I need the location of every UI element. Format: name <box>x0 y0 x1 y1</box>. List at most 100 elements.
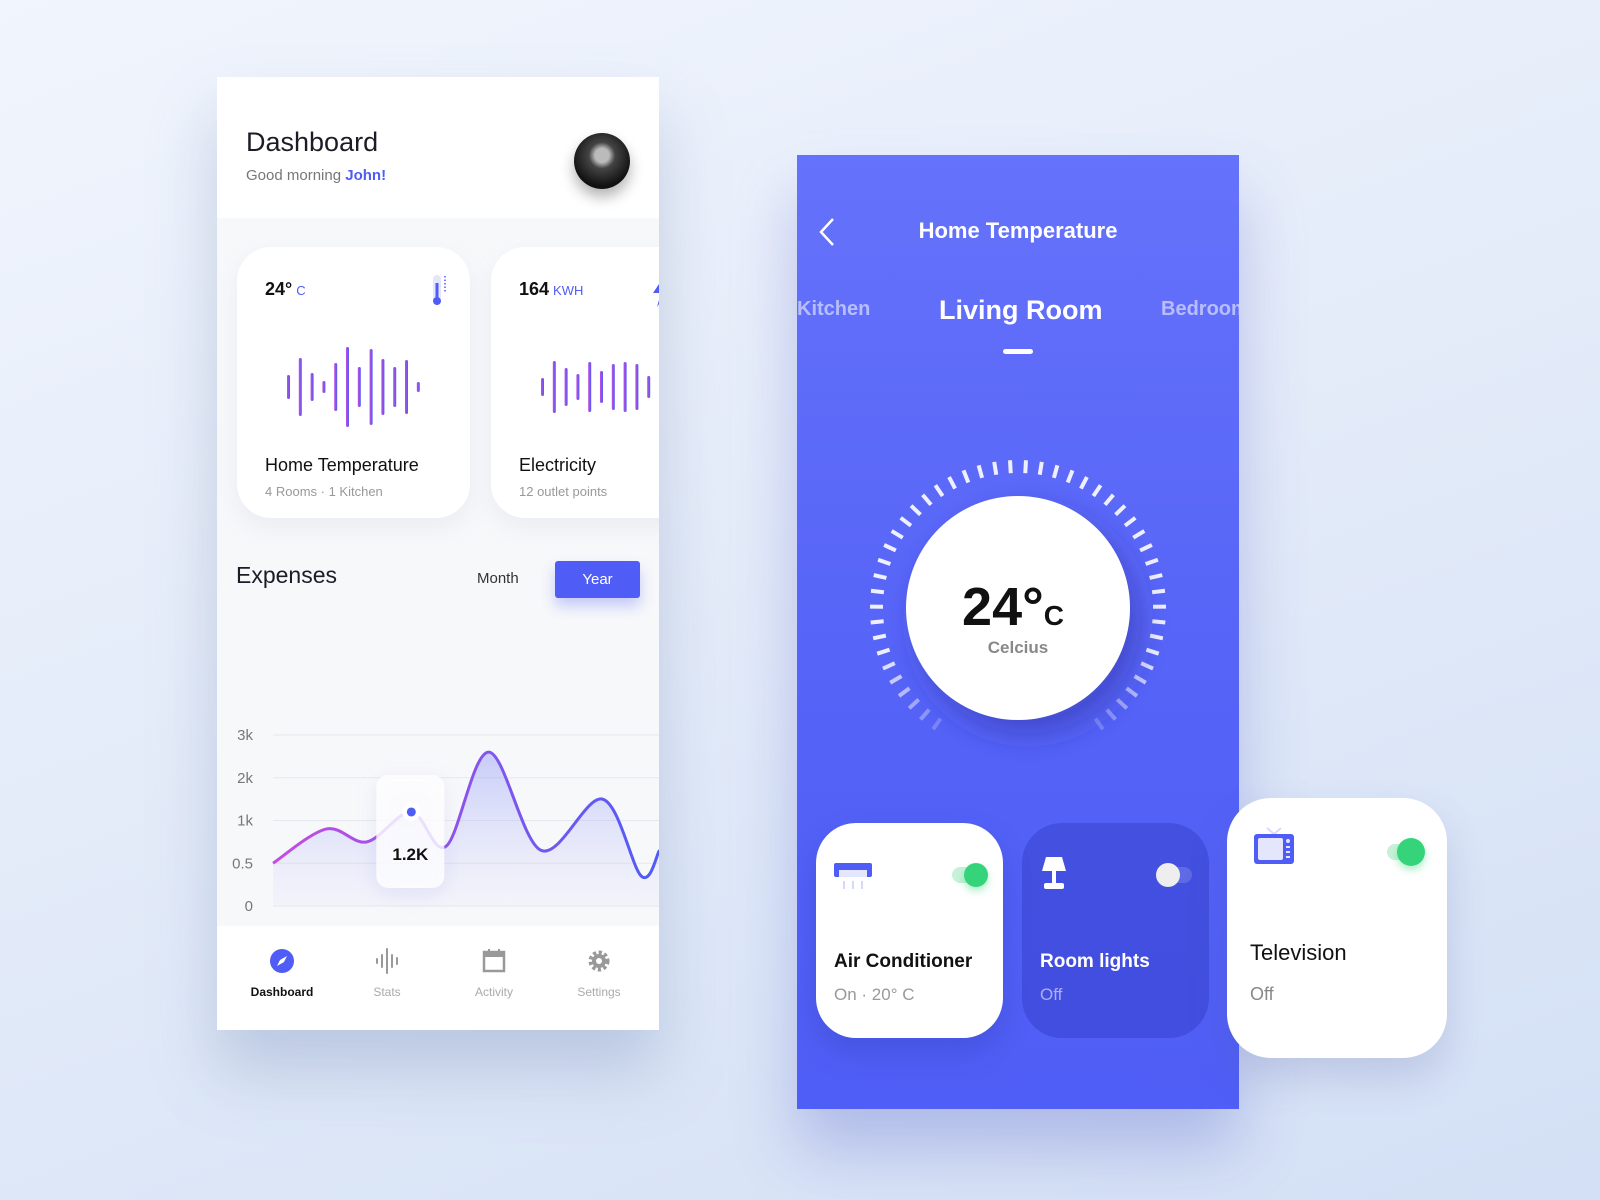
dial-tick <box>1140 661 1154 671</box>
device-status: Off <box>1040 985 1063 1004</box>
dial-tick <box>1065 469 1075 484</box>
dial-tick <box>907 698 921 710</box>
temperature-number: 24° <box>962 577 1044 637</box>
user-name: John! <box>345 167 387 184</box>
dial-tick <box>1105 708 1117 721</box>
dial-tick <box>1152 619 1166 625</box>
wave-bar <box>393 367 397 407</box>
dial-tick <box>1144 557 1159 566</box>
dial-tick <box>1103 493 1115 507</box>
gear-icon <box>588 950 610 972</box>
dial-tick <box>919 708 931 721</box>
temp-value: 24° <box>265 279 293 299</box>
dial-tick <box>1149 573 1163 580</box>
dial-tick <box>1132 529 1146 540</box>
television-card[interactable]: Television Off <box>1227 798 1447 1058</box>
room-lights-card[interactable]: Room lights Off <box>1022 823 1209 1038</box>
dial-tick <box>870 619 884 625</box>
air-conditioner-icon <box>834 863 872 889</box>
dial-tick <box>1091 484 1103 498</box>
wave-bar <box>647 376 651 398</box>
electricity-card[interactable]: 164 KWH Electricity 12 outlet points <box>491 247 659 518</box>
avatar[interactable] <box>574 133 630 189</box>
dial-tick <box>1079 476 1089 490</box>
data-point[interactable] <box>406 807 416 817</box>
dial-tick <box>899 516 913 528</box>
dial-tick <box>883 543 897 553</box>
temperature-scale: Celcius <box>988 638 1048 657</box>
nav-label: Activity <box>474 985 513 999</box>
device-name: Room lights <box>1040 951 1150 972</box>
bottom-nav: Dashboard Stats Activity Settings <box>217 926 659 1030</box>
television-toggle[interactable] <box>1387 838 1425 866</box>
y-tick-label: 2k <box>237 770 253 787</box>
greeting-text: Good morning <box>246 167 342 184</box>
wave-bar <box>405 360 408 414</box>
dial-tick <box>873 573 887 580</box>
thermometer-icon <box>433 275 446 305</box>
electricity-unit: KWH <box>553 283 584 298</box>
electricity-value: 164 <box>519 279 550 299</box>
television-icon <box>1254 827 1294 864</box>
dial-tick <box>1008 460 1013 474</box>
air-conditioner-card[interactable]: Air Conditioner On · 20° C <box>816 823 1003 1038</box>
greeting: Good morning John! <box>246 167 386 184</box>
home-temperature-card[interactable]: 24° C Home Temperature 4 Rooms · 1 Kitche… <box>237 247 470 518</box>
device-name: Air Conditioner <box>834 951 973 972</box>
temperature-unit: C <box>1044 600 1064 631</box>
y-tick-label: 0 <box>245 898 253 915</box>
card-subtitle: 12 outlet points <box>519 484 608 499</box>
dial-tick <box>909 504 922 517</box>
electricity-waveform <box>541 361 651 413</box>
nav-stats[interactable]: Stats <box>342 948 432 999</box>
dial-tick <box>1023 460 1028 474</box>
dial-tick <box>1037 461 1044 476</box>
dial-tick <box>876 647 891 656</box>
wave-bar <box>369 349 373 425</box>
dial-tick <box>931 717 943 731</box>
dial-tick <box>921 493 933 507</box>
dial-tick <box>1093 717 1105 731</box>
tooltip <box>376 775 445 888</box>
device-status: Off <box>1250 984 1274 1004</box>
wave-bar <box>623 362 627 412</box>
temperature-screen: Home Temperature Kitchen Living Room Bed… <box>797 155 1239 1109</box>
dial-tick <box>1145 647 1160 656</box>
nav-activity[interactable]: Activity <box>449 948 539 999</box>
y-tick-label: 3k <box>237 727 253 744</box>
dial-tick <box>1114 504 1127 517</box>
card-value: 164 KWH <box>519 279 583 300</box>
wave-bar <box>357 367 361 407</box>
wave-bar <box>600 371 603 403</box>
month-button[interactable]: Month <box>477 570 519 587</box>
wave-bar <box>541 378 544 396</box>
device-status: On · 20° C <box>834 985 915 1004</box>
dial-tick <box>870 588 885 595</box>
compass-icon <box>270 949 294 973</box>
wave-bar <box>287 375 290 399</box>
nav-label: Settings <box>577 985 621 999</box>
header: Dashboard Good morning John! <box>217 77 659 218</box>
room-lights-toggle[interactable] <box>1156 863 1192 887</box>
dial-tick <box>897 686 911 698</box>
wave-bar <box>346 347 349 427</box>
y-tick-label: 1k <box>237 813 253 830</box>
stats-icon <box>376 948 398 974</box>
air-conditioner-toggle[interactable] <box>952 863 988 887</box>
nav-dashboard[interactable]: Dashboard <box>237 948 327 999</box>
temp-unit: C <box>296 283 306 298</box>
wave-bar <box>310 373 314 401</box>
dial-tick <box>1151 588 1166 595</box>
wave-bar <box>552 361 556 413</box>
device-name: Television <box>1250 940 1347 965</box>
wave-bar <box>381 359 385 415</box>
wave-bar <box>322 381 326 393</box>
year-button[interactable]: Year <box>555 561 640 598</box>
dial-tick <box>1051 464 1060 479</box>
nav-settings[interactable]: Settings <box>554 948 644 999</box>
calendar-icon <box>482 949 506 973</box>
nav-label: Dashboard <box>250 985 314 999</box>
dial-tick <box>976 464 985 479</box>
tooltip-label: 1.2K <box>392 845 429 864</box>
nav-label: Stats <box>373 985 401 999</box>
